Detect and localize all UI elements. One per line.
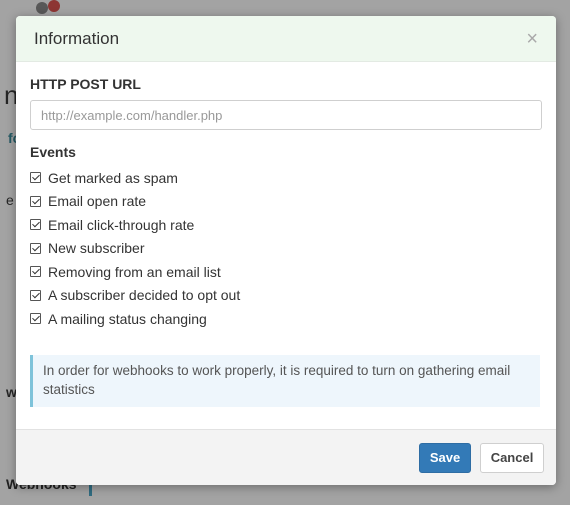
url-input[interactable] xyxy=(30,100,542,130)
dialog-footer: Save Cancel xyxy=(16,429,556,485)
event-item-click-through[interactable]: Email click-through rate xyxy=(30,213,542,237)
events-label: Events xyxy=(30,144,76,160)
checkbox-icon[interactable] xyxy=(30,266,41,278)
event-label: Removing from an email list xyxy=(48,263,221,280)
checkbox-icon[interactable] xyxy=(30,195,41,207)
event-item-mailing-status[interactable]: A mailing status changing xyxy=(30,307,542,331)
save-button[interactable]: Save xyxy=(419,442,471,473)
dialog-title: Information xyxy=(34,28,120,48)
event-item-new-subscriber[interactable]: New subscriber xyxy=(30,237,542,261)
checkbox-icon[interactable] xyxy=(30,242,41,254)
event-item-open-rate[interactable]: Email open rate xyxy=(30,190,542,214)
event-item-opt-out[interactable]: A subscriber decided to opt out xyxy=(30,284,542,308)
events-list: Get marked as spam Email open rate Email… xyxy=(30,166,542,331)
event-label: A mailing status changing xyxy=(48,310,207,327)
checkbox-icon[interactable] xyxy=(30,219,41,231)
checkbox-icon[interactable] xyxy=(30,313,41,325)
cancel-button[interactable]: Cancel xyxy=(480,442,544,473)
event-label: Email click-through rate xyxy=(48,216,195,233)
event-label: Email open rate xyxy=(48,193,147,210)
event-label: A subscriber decided to opt out xyxy=(48,287,241,304)
event-label: New subscriber xyxy=(48,240,145,257)
url-label: HTTP POST URL xyxy=(30,76,141,92)
checkbox-icon[interactable] xyxy=(30,289,41,301)
event-label: Get marked as spam xyxy=(48,169,178,186)
dialog-body: HTTP POST URL Events Get marked as spam … xyxy=(16,62,556,407)
info-notice: In order for webhooks to work properly, … xyxy=(30,354,540,407)
information-dialog: Information × HTTP POST URL Events Get m… xyxy=(16,16,556,485)
event-item-list-removal[interactable]: Removing from an email list xyxy=(30,260,542,284)
checkbox-icon[interactable] xyxy=(30,172,41,184)
dialog-header: Information × xyxy=(16,16,556,62)
event-item-spam[interactable]: Get marked as spam xyxy=(30,166,542,190)
close-icon[interactable]: × xyxy=(526,29,538,49)
